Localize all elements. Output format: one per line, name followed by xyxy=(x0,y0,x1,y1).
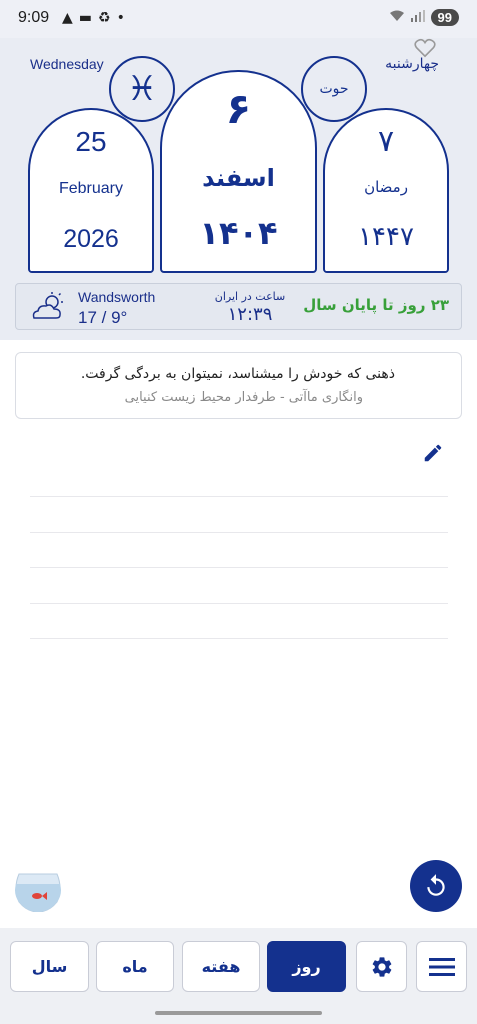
gregorian-day: 25 xyxy=(75,126,107,157)
info-strip[interactable]: Wandsworth 17 / 9° ساعت در ایران ۱۲:۳۹ ۲… xyxy=(15,283,462,330)
note-line[interactable] xyxy=(30,638,448,639)
solar-date-card[interactable]: ۶ اسفند ۱۴۰۴ xyxy=(160,70,317,273)
nav-day-button[interactable]: روز xyxy=(267,941,346,992)
home-indicator[interactable] xyxy=(155,1011,322,1015)
heart-icon[interactable] xyxy=(414,38,436,58)
edit-pencil-icon[interactable] xyxy=(422,442,444,464)
menu-button[interactable] xyxy=(416,941,467,992)
notification-icons: ▲ ▬ ♻ • xyxy=(62,10,125,26)
gregorian-month: February xyxy=(58,180,124,197)
return-to-today-button[interactable] xyxy=(410,860,462,912)
nav-week-button[interactable]: هفته xyxy=(182,941,260,992)
status-bar: 9:09 ▲ ▬ ♻ • 99 xyxy=(0,0,477,38)
solar-month: اسفند xyxy=(202,164,275,192)
nav-day-label: روز xyxy=(292,957,321,976)
hamburger-menu-icon xyxy=(428,957,455,976)
quote-text: ذهنی که خودش را میشناسد، نمیتوان به بردگ… xyxy=(80,366,395,382)
settings-button[interactable] xyxy=(356,941,407,992)
refresh-icon xyxy=(427,874,445,896)
recycle-icon: ♻ xyxy=(98,10,111,26)
gregorian-year: 2026 xyxy=(63,225,119,253)
days-until-year-end: ۲۳ روز تا پایان سال xyxy=(303,296,449,314)
zodiac-sign-badge: حوت xyxy=(301,56,367,122)
signal-icon xyxy=(410,10,425,25)
note-line[interactable] xyxy=(30,496,448,497)
gregorian-date-card[interactable]: 25 February 2026 xyxy=(28,108,154,273)
weather-temperature: 17 / 9° xyxy=(78,308,128,327)
solar-day: ۶ xyxy=(225,84,252,133)
note-line[interactable] xyxy=(30,532,448,533)
system-icons: 99 xyxy=(389,9,459,26)
partly-cloudy-icon xyxy=(32,292,63,319)
gear-icon xyxy=(372,956,391,977)
nav-month-label: ماه xyxy=(122,957,148,976)
lunar-month: رمضان xyxy=(364,178,408,196)
lunar-day: ۷ xyxy=(377,124,395,159)
quote-author: وانگاری ماآتی - طرفدار محیط زیست کنیایی xyxy=(124,390,363,405)
iran-time-label: ساعت در ایران xyxy=(214,290,286,303)
nav-month-button[interactable]: ماه xyxy=(96,941,174,992)
nav-year-label: سال xyxy=(31,957,68,976)
quote-card[interactable]: ذهنی که خودش را میشناسد، نمیتوان به بردگ… xyxy=(15,352,462,419)
iran-time: ۱۲:۳۹ xyxy=(227,304,273,325)
battery-indicator: 99 xyxy=(430,9,459,26)
weather-city: Wandsworth xyxy=(78,289,156,305)
dot-icon: • xyxy=(116,10,125,26)
weekday-en: Wednesday xyxy=(30,56,104,72)
lunar-year: ۱۴۴۷ xyxy=(358,222,414,252)
zodiac-name: حوت xyxy=(319,81,349,97)
fish-bowl-icon[interactable] xyxy=(13,870,63,912)
card-icon: ▬ xyxy=(78,10,93,26)
status-time: 9:09 xyxy=(18,9,50,26)
note-line[interactable] xyxy=(30,603,448,604)
solar-year: ۱۴۰۴ xyxy=(199,214,278,252)
weekday-fa: چهارشنبه xyxy=(385,56,439,72)
warning-icon: ▲ xyxy=(62,10,73,26)
wifi-icon xyxy=(389,10,405,25)
nav-week-label: هفته xyxy=(201,957,241,976)
pisces-icon: ♓ xyxy=(109,56,175,122)
zodiac-symbol: ♓ xyxy=(126,69,158,109)
nav-year-button[interactable]: سال xyxy=(10,941,89,992)
lunar-date-card[interactable]: ۷ رمضان ۱۴۴۷ xyxy=(323,108,449,273)
note-line[interactable] xyxy=(30,567,448,568)
